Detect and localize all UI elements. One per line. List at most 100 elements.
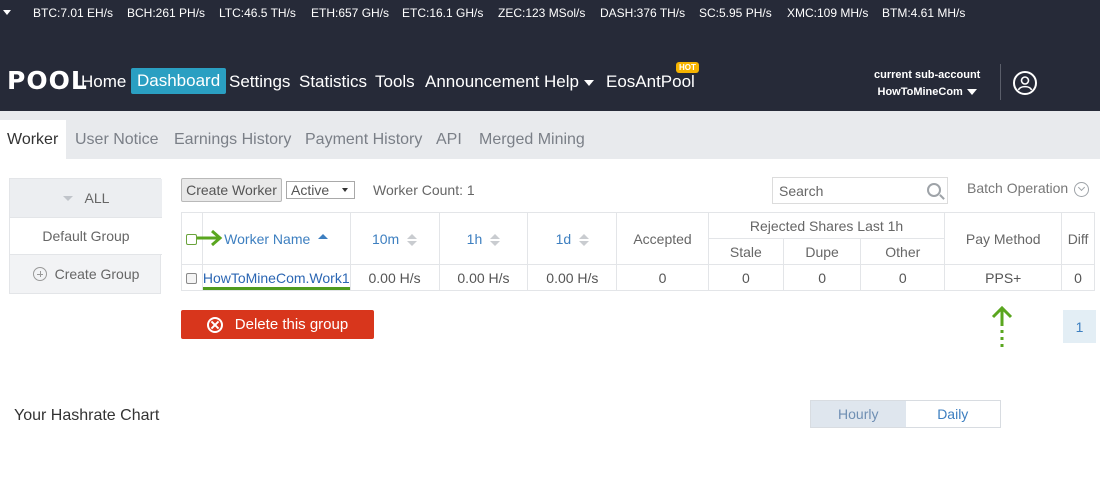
worker-name-cell: HowToMineCom.Work1 — [201, 264, 351, 291]
hot-badge: HOT — [676, 62, 699, 73]
logo[interactable]: POOL — [7, 66, 88, 95]
close-circle-icon — [206, 316, 223, 333]
header-rejected-shares: Rejected Shares Last 1h — [707, 212, 946, 239]
pay-method-cell: PPS+ — [944, 264, 1063, 291]
group-panel: ALL Default Group Create Group — [9, 178, 162, 294]
header-pay-method: Pay Method — [944, 212, 1063, 265]
header-1d[interactable]: 1d — [527, 212, 618, 265]
accepted-cell: 0 — [616, 264, 709, 291]
chevron-down-icon — [583, 79, 594, 86]
hashrate-1h-cell: 0.00 H/s — [438, 264, 529, 291]
worker-table: Worker Name 10m 1h 1d Accepted Rejected … — [181, 212, 1095, 291]
pagination-page[interactable]: 1 — [1063, 310, 1096, 343]
ticker-item: SC:5.95 PH/s — [699, 6, 772, 20]
create-group-button[interactable]: Create Group — [10, 255, 162, 293]
nav-tools[interactable]: Tools — [375, 72, 415, 92]
header-accepted: Accepted — [616, 212, 709, 265]
ticker-item: ZEC:123 MSol/s — [498, 6, 586, 20]
nav-dashboard[interactable]: Dashboard — [131, 68, 227, 94]
create-worker-button[interactable]: Create Worker — [181, 178, 282, 202]
tab-earnings-history[interactable]: Earnings History — [174, 131, 291, 149]
user-icon[interactable] — [1013, 71, 1037, 95]
ticker-item: BTM:4.61 MH/s — [882, 6, 966, 20]
header-diff: Diff — [1061, 212, 1095, 265]
delete-group-button[interactable]: Delete this group — [181, 310, 374, 339]
other-cell: 0 — [860, 264, 946, 291]
subaccount-name: HowToMineCom — [877, 86, 963, 98]
search-input[interactable]: Search — [772, 177, 948, 204]
table-header-row: Worker Name 10m 1h 1d Accepted Rejected … — [181, 212, 1095, 265]
group-default[interactable]: Default Group — [10, 217, 162, 255]
ticker-item: DASH:376 TH/s — [600, 6, 686, 20]
hashrate-1d-cell: 0.00 H/s — [527, 264, 618, 291]
user-avatar-icon — [1017, 76, 1033, 91]
worker-count: Worker Count: 1 — [373, 182, 475, 198]
create-group-label: Create Group — [54, 266, 140, 282]
subaccount-switcher[interactable]: current sub-account HowToMineCom — [874, 67, 980, 101]
ticker-item: ETC:16.1 GH/s — [402, 6, 484, 20]
group-all[interactable]: ALL — [10, 179, 162, 217]
annotation-arrow-right-icon — [197, 229, 223, 247]
toggle-hourly[interactable]: Hourly — [811, 401, 906, 427]
tab-api[interactable]: API — [436, 131, 462, 149]
worker-name-link[interactable]: HowToMineCom.Work1 — [202, 269, 350, 290]
ticker-item: BCH:261 PH/s — [127, 6, 206, 20]
row-select-cell — [181, 264, 203, 291]
status-select-value: Active — [291, 182, 330, 198]
diff-cell: 0 — [1061, 264, 1095, 291]
header-other: Other — [860, 238, 946, 265]
select-arrow-icon — [342, 188, 348, 192]
tab-worker[interactable]: Worker — [0, 120, 67, 159]
tab-merged-mining[interactable]: Merged Mining — [479, 131, 585, 149]
nav-statistics[interactable]: Statistics — [299, 72, 367, 92]
sort-icon — [490, 233, 501, 246]
batch-operation-label: Batch Operation — [967, 180, 1069, 196]
dupe-cell: 0 — [782, 264, 862, 291]
nav-settings[interactable]: Settings — [229, 72, 290, 92]
tab-user-notice[interactable]: User Notice — [75, 131, 159, 149]
sort-icon — [579, 233, 590, 246]
ticker-caret-icon[interactable] — [3, 10, 11, 15]
status-select[interactable]: Active — [286, 181, 355, 199]
ticker-item: BTC:7.01 EH/s — [33, 6, 114, 20]
table-row: HowToMineCom.Work1 0.00 H/s 0.00 H/s 0.0… — [181, 264, 1095, 291]
ticker-item: ETH:657 GH/s — [311, 6, 390, 20]
top-bar: BTC:7.01 EH/s BCH:261 PH/s LTC:46.5 TH/s… — [0, 0, 1100, 111]
nav-help[interactable]: Help — [544, 72, 594, 92]
toggle-daily[interactable]: Daily — [906, 401, 1001, 427]
search-icon[interactable] — [927, 183, 941, 197]
chevron-down-circle-icon — [1074, 181, 1090, 197]
hashrate-ticker: BTC:7.01 EH/s BCH:261 PH/s LTC:46.5 TH/s… — [0, 0, 1100, 26]
header-dupe: Dupe — [782, 238, 862, 265]
chevron-down-icon — [966, 89, 977, 96]
subaccount-label: current sub-account — [874, 69, 981, 81]
header-1h-label: 1h — [466, 230, 483, 247]
sort-icon — [407, 233, 418, 246]
sub-tabs: Worker User Notice Earnings History Paym… — [0, 111, 1100, 159]
batch-operation-dropdown[interactable]: Batch Operation — [967, 180, 1090, 197]
delete-group-label: Delete this group — [234, 316, 349, 333]
hashrate-chart-title: Your Hashrate Chart — [14, 407, 160, 424]
tab-payment-history[interactable]: Payment History — [305, 131, 422, 149]
annotation-arrow-up-icon — [991, 305, 1013, 348]
sort-icon — [318, 233, 329, 246]
hashrate-10m-cell: 0.00 H/s — [349, 264, 440, 291]
row-checkbox[interactable] — [186, 273, 198, 285]
nav-eosantpool[interactable]: EosAntPool — [606, 72, 695, 92]
nav-help-label: Help — [544, 72, 579, 91]
chart-period-toggle: Hourly Daily — [810, 400, 1001, 428]
search-placeholder: Search — [779, 183, 824, 199]
header-stale: Stale — [707, 238, 784, 265]
header-1h[interactable]: 1h — [438, 212, 529, 265]
chevron-down-icon — [62, 195, 73, 201]
divider — [1000, 64, 1001, 100]
ticker-item: LTC:46.5 TH/s — [219, 6, 296, 20]
nav-announcement[interactable]: Announcement — [425, 72, 539, 92]
group-all-label: ALL — [84, 190, 110, 206]
header-1d-label: 1d — [555, 230, 572, 247]
nav-home[interactable]: Home — [81, 72, 126, 92]
header-10m[interactable]: 10m — [349, 212, 440, 265]
header-10m-label: 10m — [371, 230, 400, 247]
header-worker-name-label: Worker Name — [224, 230, 311, 247]
ticker-item: XMC:109 MH/s — [787, 6, 869, 20]
